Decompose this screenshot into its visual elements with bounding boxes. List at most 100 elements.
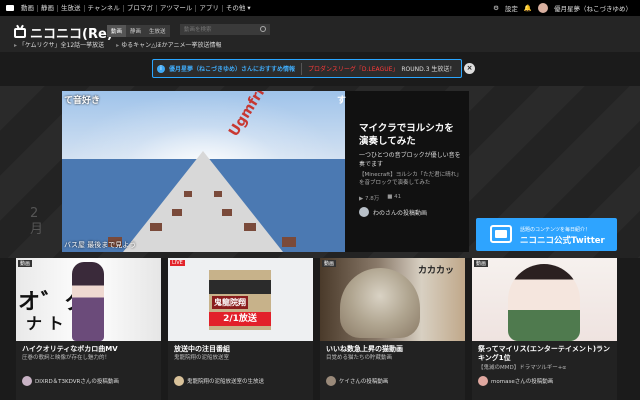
card-thumbnail[interactable]: 鬼龍院翔 2/1放送 LIVE — [168, 258, 313, 341]
card-thumbnail[interactable]: 動画 — [472, 258, 617, 341]
featured-video-owner[interactable]: わのさんの投稿動画 — [359, 207, 427, 217]
card-title[interactable]: いいね数急上昇の猫動画 — [326, 345, 403, 354]
card-owner[interactable]: ケイさんの投稿動画 — [326, 376, 388, 386]
thumb-note-block — [244, 223, 256, 231]
card-owner[interactable]: momaseさんの投稿動画 — [478, 376, 553, 386]
ticker-item[interactable]: ゆるキャン△ほかアニメ一挙放送情報 — [116, 40, 222, 49]
close-icon[interactable]: × — [464, 63, 475, 74]
owner-name: 鬼龍院翔の泥船放送室の生放送 — [187, 379, 265, 385]
recommend-card[interactable]: 動画 祭ってマイリス(エンターテイメント)ランキング1位 【鬼滅のMMD】ドラマ… — [472, 258, 617, 400]
thumb-caption-top: て音好き — [64, 96, 101, 106]
logo-tv-icon — [14, 27, 26, 38]
owner-avatar — [326, 376, 336, 386]
poster-header-band — [209, 280, 271, 294]
settings-label[interactable]: 設定 — [505, 3, 518, 13]
card-owner[interactable]: DIXRD＆T3KDVRさんの投稿動画 — [22, 376, 119, 386]
search-icon[interactable] — [260, 26, 266, 32]
card-description: 鬼龍院翔の泥船放送室 — [174, 355, 230, 361]
promo-title: ニコニコ公式Twitter — [520, 236, 605, 246]
thumb-note-block — [184, 191, 192, 197]
user-area: ⚙ 設定 🔔 優月星夢（ねこづきゆめ） — [493, 3, 640, 13]
official-twitter-banner[interactable]: 話題のコンテンツを毎日紹介！ ニコニコ公式Twitter — [476, 218, 617, 251]
recommend-card[interactable]: 鬼龍院翔 2/1放送 LIVE 放送中の注目番組 鬼龍院翔の泥船放送室 鬼龍院翔… — [168, 258, 313, 400]
thumb-note-block — [222, 209, 232, 216]
search-input[interactable] — [180, 24, 270, 35]
owner-avatar — [478, 376, 488, 386]
view-count: ▶ 7.8万 — [359, 196, 380, 202]
user-name[interactable]: 優月星夢（ねこづきゆめ） — [554, 3, 632, 13]
thumb-character — [508, 264, 580, 341]
comment-count: ■ 41 — [387, 194, 402, 200]
top-navigation-bar: 動画 静画 生放送 チャンネル ブロマガ アツマール アプリ その他 ▾ ⚙ 設… — [0, 0, 640, 16]
poster-program-name: 鬼龍院翔 — [212, 296, 248, 309]
notice-divider — [301, 62, 303, 75]
owner-avatar — [174, 376, 184, 386]
thumb-program-poster: 鬼龍院翔 2/1放送 — [209, 270, 271, 330]
search-tab-seiga[interactable]: 静画 — [126, 25, 146, 37]
thumb-character — [72, 262, 104, 341]
nav-blomaga[interactable]: ブロマガ — [124, 4, 157, 12]
card-description: 圧巻の歌詞と映像が存在し魅力的！ — [22, 355, 111, 361]
owner-avatar — [22, 376, 32, 386]
bell-icon[interactable]: 🔔 — [524, 4, 532, 12]
recommendation-notice[interactable]: i 優月星夢（ねこづきゆめ）さんにおすすめ情報 プロダンスリーグ「D.LEAGU… — [152, 59, 462, 78]
niconico-tv-icon — [490, 225, 512, 243]
recommend-card[interactable]: カカカッ 動画 いいね数急上昇の猫動画 目覚める猫たちの貯蔵動画 ケイさんの投稿… — [320, 258, 465, 400]
owner-avatar — [359, 207, 369, 217]
card-title[interactable]: 放送中の注目番組 — [174, 345, 230, 354]
settings-icon[interactable]: ⚙ — [493, 4, 499, 12]
card-thumbnail[interactable]: カカカッ 動画 — [320, 258, 465, 341]
live-badge: LIVE — [170, 260, 185, 266]
promo-subtitle: 話題のコンテンツを毎日紹介！ — [520, 227, 591, 233]
notice-event[interactable]: プロダンスリーグ「D.LEAGUE」 — [308, 64, 398, 73]
ticker-item[interactable]: 「ケムリクサ」全12話一挙放送 — [14, 40, 104, 49]
poster-broadcast-date: 2/1放送 — [209, 312, 271, 326]
search-type-tabs: 動画 静画 生放送 — [107, 25, 170, 37]
featured-video-stats: ▶ 7.8万 ■ 41 — [359, 194, 401, 202]
nav-live[interactable]: 生放送 — [58, 4, 85, 12]
thumb-lyrics-2: ナ ト — [26, 314, 64, 333]
nav-video[interactable]: 動画 — [18, 4, 38, 12]
thumb-note-block — [282, 237, 296, 247]
thumb-note-block — [172, 209, 182, 216]
owner-name: ケイさんの投稿動画 — [339, 379, 389, 385]
notice-lead: 優月星夢（ねこづきゆめ）さんにおすすめ情報 — [169, 66, 296, 73]
nav-app[interactable]: アプリ — [196, 4, 223, 12]
card-owner[interactable]: 鬼龍院翔の泥船放送室の生放送 — [174, 376, 264, 386]
card-type-badge: 動画 — [474, 260, 489, 267]
nav-seiga[interactable]: 静画 — [38, 4, 58, 12]
nav-channel[interactable]: チャンネル — [85, 4, 124, 12]
thumb-note-block — [150, 223, 162, 231]
card-description: 目覚める猫たちの貯蔵動画 — [326, 355, 393, 361]
site-header: ニコニコ(Re) 動画 静画 生放送 「ケムリクサ」全12話一挙放送 ゆるキャン… — [0, 16, 640, 52]
card-thumbnail[interactable]: オ゛ク ナ ト 動画 — [16, 258, 161, 341]
nav-atsumaru[interactable]: アツマール — [157, 4, 197, 12]
card-title[interactable]: ハイクオリティなボカロ曲MV — [22, 345, 118, 354]
search-tab-live[interactable]: 生放送 — [145, 25, 170, 37]
nav-more[interactable]: その他 ▾ — [223, 4, 254, 12]
featured-video-description: 一つひとつの音ブロックが優しい音を奏でます — [359, 152, 461, 168]
thumb-caption-corner: す — [337, 96, 347, 106]
niconico-tv-icon[interactable] — [6, 5, 14, 11]
card-description: 【鬼滅のMMD】ドラマツルギー+α — [478, 365, 566, 371]
news-ticker: 「ケムリクサ」全12話一挙放送 ゆるキャン△ほかアニメ一挙放送情報 — [14, 40, 222, 49]
featured-video-title[interactable]: マイクラでヨルシカを演奏してみた — [359, 122, 463, 148]
user-avatar[interactable] — [538, 3, 548, 13]
featured-video-subtitle[interactable]: 【Minecraft】ヨルシカ「ただ君に晴れ」を音ブロックで演奏してみた — [359, 172, 463, 187]
notice-event-suffix[interactable]: ROUND.3 生放送！ — [401, 64, 455, 73]
thumb-cat — [340, 268, 420, 338]
owner-name: DIXRD＆T3KDVRさんの投稿動画 — [35, 379, 119, 385]
featured-video-thumbnail[interactable]: て音好き バス屋 最後まで見よう Ugmfrkh5e66 — [62, 91, 345, 252]
owner-name: わのさんの投稿動画 — [373, 209, 428, 217]
thumb-caption: カカカッ — [418, 266, 455, 276]
thumb-note-block — [214, 191, 222, 197]
search-tab-video[interactable]: 動画 — [107, 25, 127, 37]
global-nav: 動画 静画 生放送 チャンネル ブロマガ アツマール アプリ その他 ▾ — [0, 4, 254, 12]
thumb-caption-bottom: バス屋 最後まで見よう — [64, 241, 137, 249]
info-icon: i — [157, 64, 165, 73]
recommend-card[interactable]: オ゛ク ナ ト 動画 ハイクオリティなボカロ曲MV 圧巻の歌詞と映像が存在し魅力… — [16, 258, 161, 400]
card-title[interactable]: 祭ってマイリス(エンターテイメント)ランキング1位 — [478, 345, 614, 363]
thumb-block-path — [123, 151, 283, 252]
owner-name: momaseさんの投稿動画 — [491, 379, 554, 385]
card-type-badge: 動画 — [322, 260, 337, 267]
